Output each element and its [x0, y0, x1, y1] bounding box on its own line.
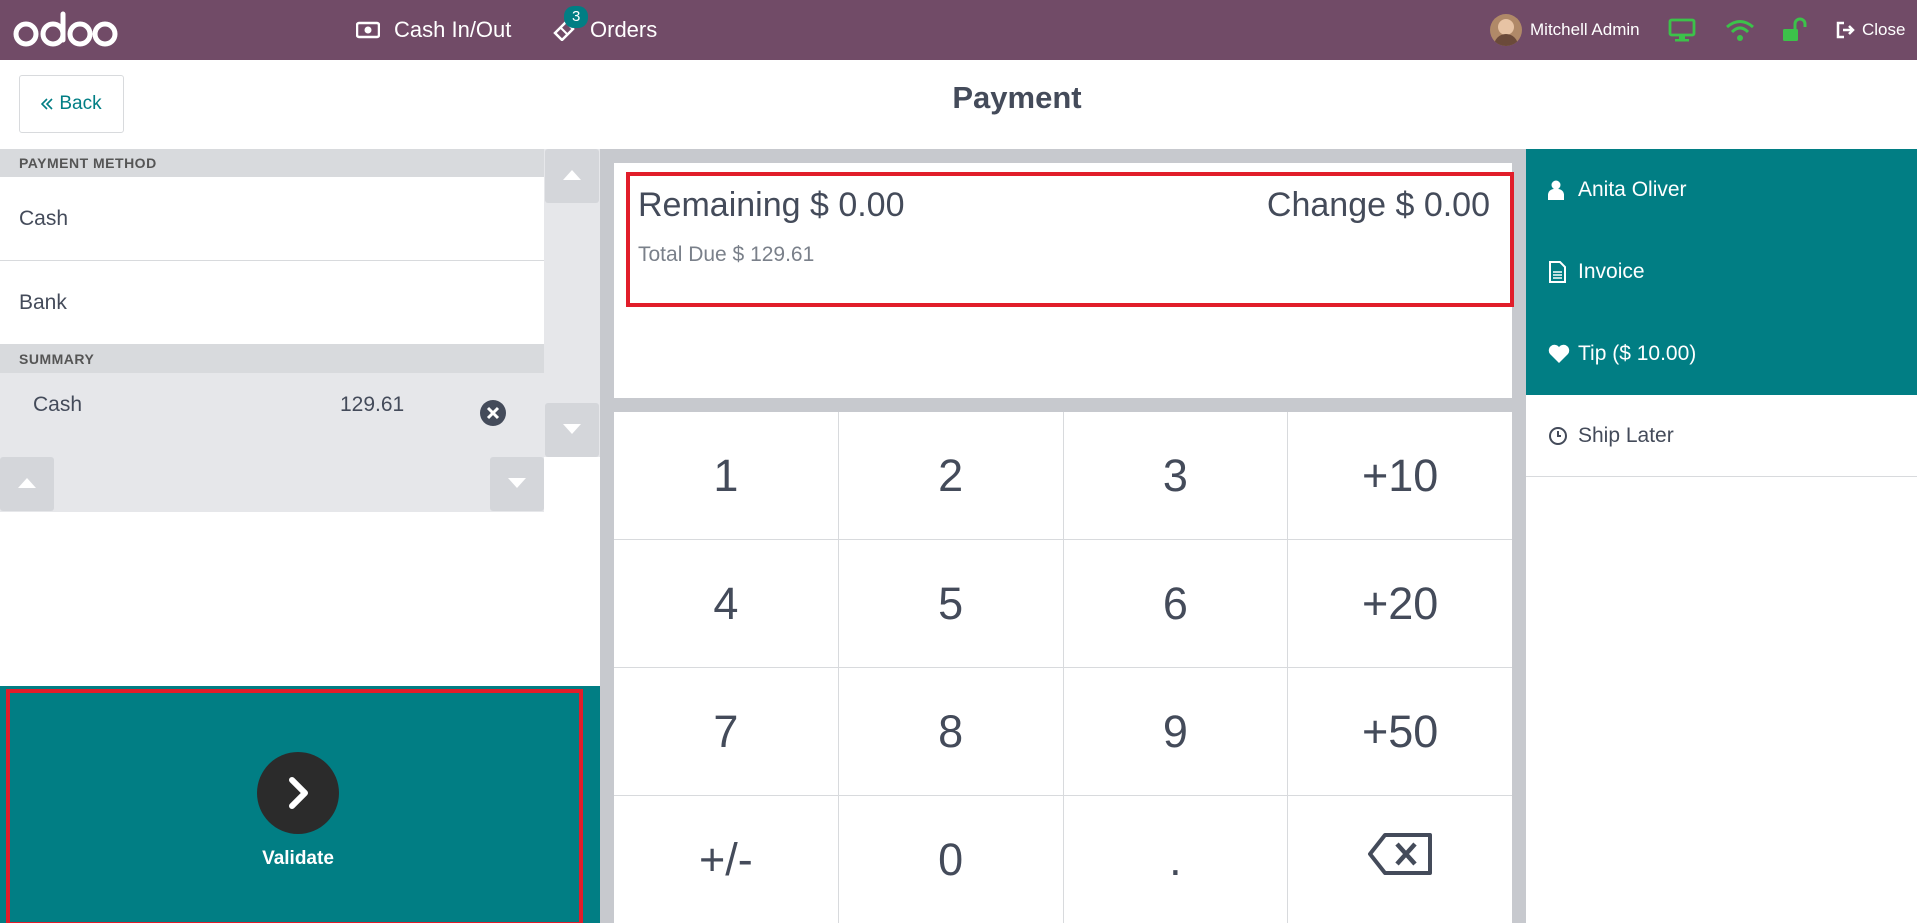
scroll-up-button[interactable]: [545, 149, 599, 203]
numpad-key-3[interactable]: 3: [1063, 412, 1288, 539]
caret-down-icon: [563, 421, 581, 439]
caret-down-icon: [508, 475, 526, 493]
clock-icon: [1548, 426, 1578, 446]
page-title: Payment: [952, 80, 1082, 115]
payment-method-header: PAYMENT METHOD: [0, 149, 544, 177]
payment-line-amount: 129.61: [340, 393, 405, 416]
back-label: Back: [59, 93, 102, 114]
caret-up-icon: [18, 475, 36, 493]
double-chevron-left-icon: [41, 98, 53, 110]
numpad-key-5[interactable]: 5: [838, 540, 1063, 667]
summary-scroll-down-button[interactable]: [490, 457, 544, 511]
numpad-key-decimal[interactable]: .: [1063, 796, 1288, 923]
numpad-key-2[interactable]: 2: [838, 412, 1063, 539]
validate-label: Validate: [262, 848, 334, 869]
total-due: Total Due $ 129.61: [638, 243, 815, 266]
monitor-icon[interactable]: [1668, 14, 1696, 46]
money-bill-icon: [356, 21, 380, 39]
payment-line-name: Cash: [33, 393, 83, 416]
numpad-key-plus20[interactable]: +20: [1288, 540, 1512, 667]
sign-out-icon: [1836, 21, 1856, 39]
cash-in-out-label: Cash In/Out: [394, 17, 512, 42]
user-icon: [1548, 180, 1578, 200]
payment-status-summary: Remaining $ 0.00 Change $ 0.00 Total Due…: [626, 172, 1514, 307]
change-amount: Change $ 0.00: [1266, 186, 1490, 224]
invoice-button[interactable]: Invoice: [1526, 231, 1917, 313]
numpad-key-0[interactable]: 0: [838, 796, 1063, 923]
invoice-label: Invoice: [1578, 260, 1645, 283]
top-navbar: Cash In/Out Orders 3 Mitchell Admin Clos…: [0, 0, 1917, 60]
numpad-backspace-button[interactable]: [1288, 796, 1512, 923]
tip-label: Tip ($ 10.00): [1578, 342, 1697, 365]
numpad-key-7[interactable]: 7: [614, 668, 838, 795]
numpad-key-plus10[interactable]: +10: [1288, 412, 1512, 539]
odoo-logo: [12, 8, 118, 52]
orders-label: Orders: [590, 17, 658, 42]
file-text-icon: [1548, 261, 1578, 283]
remove-payment-line-icon[interactable]: [479, 399, 507, 427]
user-name: Mitchell Admin: [1530, 20, 1640, 39]
remaining-amount: Remaining $ 0.00: [638, 186, 905, 224]
numpad-key-9[interactable]: 9: [1063, 668, 1288, 795]
payment-method-list: PAYMENT METHOD Cash Bank SUMMARY Cash 12…: [0, 149, 544, 458]
payment-method-cash[interactable]: Cash: [0, 177, 544, 261]
numpad-key-plus50[interactable]: +50: [1288, 668, 1512, 795]
payment-method-bank[interactable]: Bank: [0, 261, 544, 345]
orders-count-badge: 3: [564, 6, 589, 28]
vertical-scroll: [544, 149, 600, 457]
numpad-key-4[interactable]: 4: [614, 540, 838, 667]
chevron-right-icon: [257, 752, 339, 834]
heart-icon: [1548, 344, 1578, 364]
avatar: [1490, 14, 1522, 46]
backspace-icon: [1367, 832, 1433, 887]
payment-line[interactable]: Cash 129.61: [0, 373, 544, 458]
scroll-down-button[interactable]: [545, 403, 599, 457]
numpad: 1 2 3 +10 4 5 6 +20 7 8 9 +50 +/- 0 .: [614, 412, 1512, 923]
numpad-key-plus-minus[interactable]: +/-: [614, 796, 838, 923]
wifi-icon[interactable]: [1725, 14, 1755, 46]
ship-later-button[interactable]: Ship Later: [1526, 395, 1917, 477]
numpad-key-1[interactable]: 1: [614, 412, 838, 539]
unlock-icon[interactable]: [1781, 14, 1807, 46]
payment-options-panel: Anita Oliver Invoice Tip ($ 10.00) Ship …: [1526, 149, 1917, 923]
customer-name: Anita Oliver: [1578, 178, 1687, 201]
payment-center-panel: Remaining $ 0.00 Change $ 0.00 Total Due…: [600, 149, 1526, 923]
customer-button[interactable]: Anita Oliver: [1526, 149, 1917, 231]
summary-scroll: [0, 457, 544, 512]
caret-up-icon: [563, 167, 581, 185]
close-label: Close: [1862, 20, 1906, 39]
summary-scroll-up-button[interactable]: [0, 457, 54, 511]
back-button[interactable]: Back: [19, 75, 124, 133]
tip-button[interactable]: Tip ($ 10.00): [1526, 313, 1917, 395]
numpad-key-8[interactable]: 8: [838, 668, 1063, 795]
numpad-key-6[interactable]: 6: [1063, 540, 1288, 667]
cash-in-out-button[interactable]: Cash In/Out: [356, 0, 511, 60]
ship-later-label: Ship Later: [1578, 423, 1674, 447]
close-session-button[interactable]: Close: [1836, 10, 1905, 50]
user-menu[interactable]: Mitchell Admin: [1490, 10, 1640, 50]
summary-header: SUMMARY: [0, 345, 544, 373]
payment-methods-panel: PAYMENT METHOD Cash Bank SUMMARY Cash 12…: [0, 149, 600, 923]
